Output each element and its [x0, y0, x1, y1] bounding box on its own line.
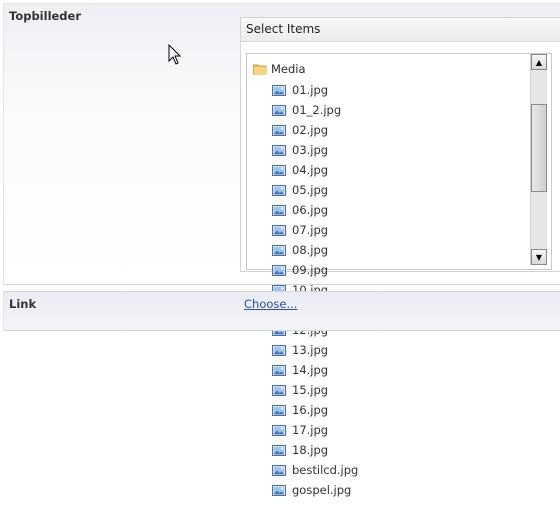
tree-root-media[interactable]: Media — [253, 61, 306, 77]
image-file-icon — [272, 224, 286, 236]
tree-file-item[interactable]: 14.jpg — [272, 360, 358, 380]
image-file-icon — [272, 204, 286, 216]
scroll-down-arrow-icon[interactable]: ▼ — [531, 249, 547, 265]
choose-link[interactable]: Choose... — [244, 297, 297, 311]
tree-file-label: 08.jpg — [292, 243, 329, 257]
tree-file-item[interactable]: gospel.jpg — [272, 480, 358, 500]
tree-file-label: 18.jpg — [292, 443, 329, 457]
tree-file-item[interactable]: 18.jpg — [272, 440, 358, 460]
tree-file-label: 05.jpg — [292, 183, 329, 197]
tree-file-label: 13.jpg — [292, 343, 329, 357]
tree-file-item[interactable]: 15.jpg — [272, 380, 358, 400]
tree-file-item[interactable]: 05.jpg — [272, 180, 358, 200]
folder-icon — [253, 64, 267, 75]
tree-file-item[interactable]: 01.jpg — [272, 80, 358, 100]
tree-file-label: 01.jpg — [292, 83, 329, 97]
tree-file-label: 15.jpg — [292, 383, 329, 397]
tree-file-item[interactable]: 07.jpg — [272, 220, 358, 240]
tree-file-label: bestilcd.jpg — [292, 463, 359, 477]
tree-file-label: 17.jpg — [292, 423, 329, 437]
tree-file-item[interactable]: 17.jpg — [272, 420, 358, 440]
image-file-icon — [272, 484, 286, 496]
image-file-icon — [272, 264, 286, 276]
image-file-icon — [272, 384, 286, 396]
tree-file-item[interactable]: 02.jpg — [272, 120, 358, 140]
tree-file-label: gospel.jpg — [292, 483, 352, 497]
property-row-link: Link Choose... — [3, 291, 560, 331]
image-file-icon — [272, 424, 286, 436]
panel-header: Select Items — [241, 18, 560, 42]
property-label-link: Link — [9, 297, 37, 311]
scroll-up-arrow-icon[interactable]: ▲ — [531, 54, 547, 70]
media-file-list: 01.jpg 01_2.jpg 02.jpg 03.jpg 04.jpg 05.jpg 06… — [272, 80, 358, 500]
image-file-icon — [272, 84, 286, 96]
mouse-pointer-icon — [168, 44, 182, 65]
tree-scrollbar[interactable]: ▲ ▼ — [530, 54, 547, 265]
tree-file-item[interactable]: 16.jpg — [272, 400, 358, 420]
property-label-topbilleder: Topbilleder — [9, 9, 82, 23]
image-file-icon — [272, 404, 286, 416]
tree-file-item[interactable]: 04.jpg — [272, 160, 358, 180]
image-file-icon — [272, 364, 286, 376]
tree-file-item[interactable]: 09.jpg — [272, 260, 358, 280]
image-file-icon — [272, 344, 286, 356]
image-file-icon — [272, 144, 286, 156]
tree-file-label: 07.jpg — [292, 223, 329, 237]
image-file-icon — [272, 444, 286, 456]
image-file-icon — [272, 184, 286, 196]
tree-file-item[interactable]: bestilcd.jpg — [272, 460, 358, 480]
image-file-icon — [272, 104, 286, 116]
tree-file-label: 02.jpg — [292, 123, 329, 137]
tree-file-label: 01_2.jpg — [292, 103, 342, 117]
tree-file-label: 14.jpg — [292, 363, 329, 377]
tree-file-label: 16.jpg — [292, 403, 329, 417]
tree-file-label: 04.jpg — [292, 163, 329, 177]
image-file-icon — [272, 124, 286, 136]
image-file-icon — [272, 244, 286, 256]
image-file-icon — [272, 464, 286, 476]
tree-file-item[interactable]: 03.jpg — [272, 140, 358, 160]
tree-file-label: 09.jpg — [292, 263, 329, 277]
image-file-icon — [272, 164, 286, 176]
tree-file-item[interactable]: 08.jpg — [272, 240, 358, 260]
tree-file-label: 06.jpg — [292, 203, 329, 217]
tree-file-item[interactable]: 13.jpg — [272, 340, 358, 360]
scrollbar-thumb[interactable] — [531, 104, 547, 192]
tree-file-item[interactable]: 06.jpg — [272, 200, 358, 220]
tree-file-item[interactable]: 01_2.jpg — [272, 100, 358, 120]
tree-root-label: Media — [271, 62, 306, 76]
tree-file-label: 03.jpg — [292, 143, 329, 157]
